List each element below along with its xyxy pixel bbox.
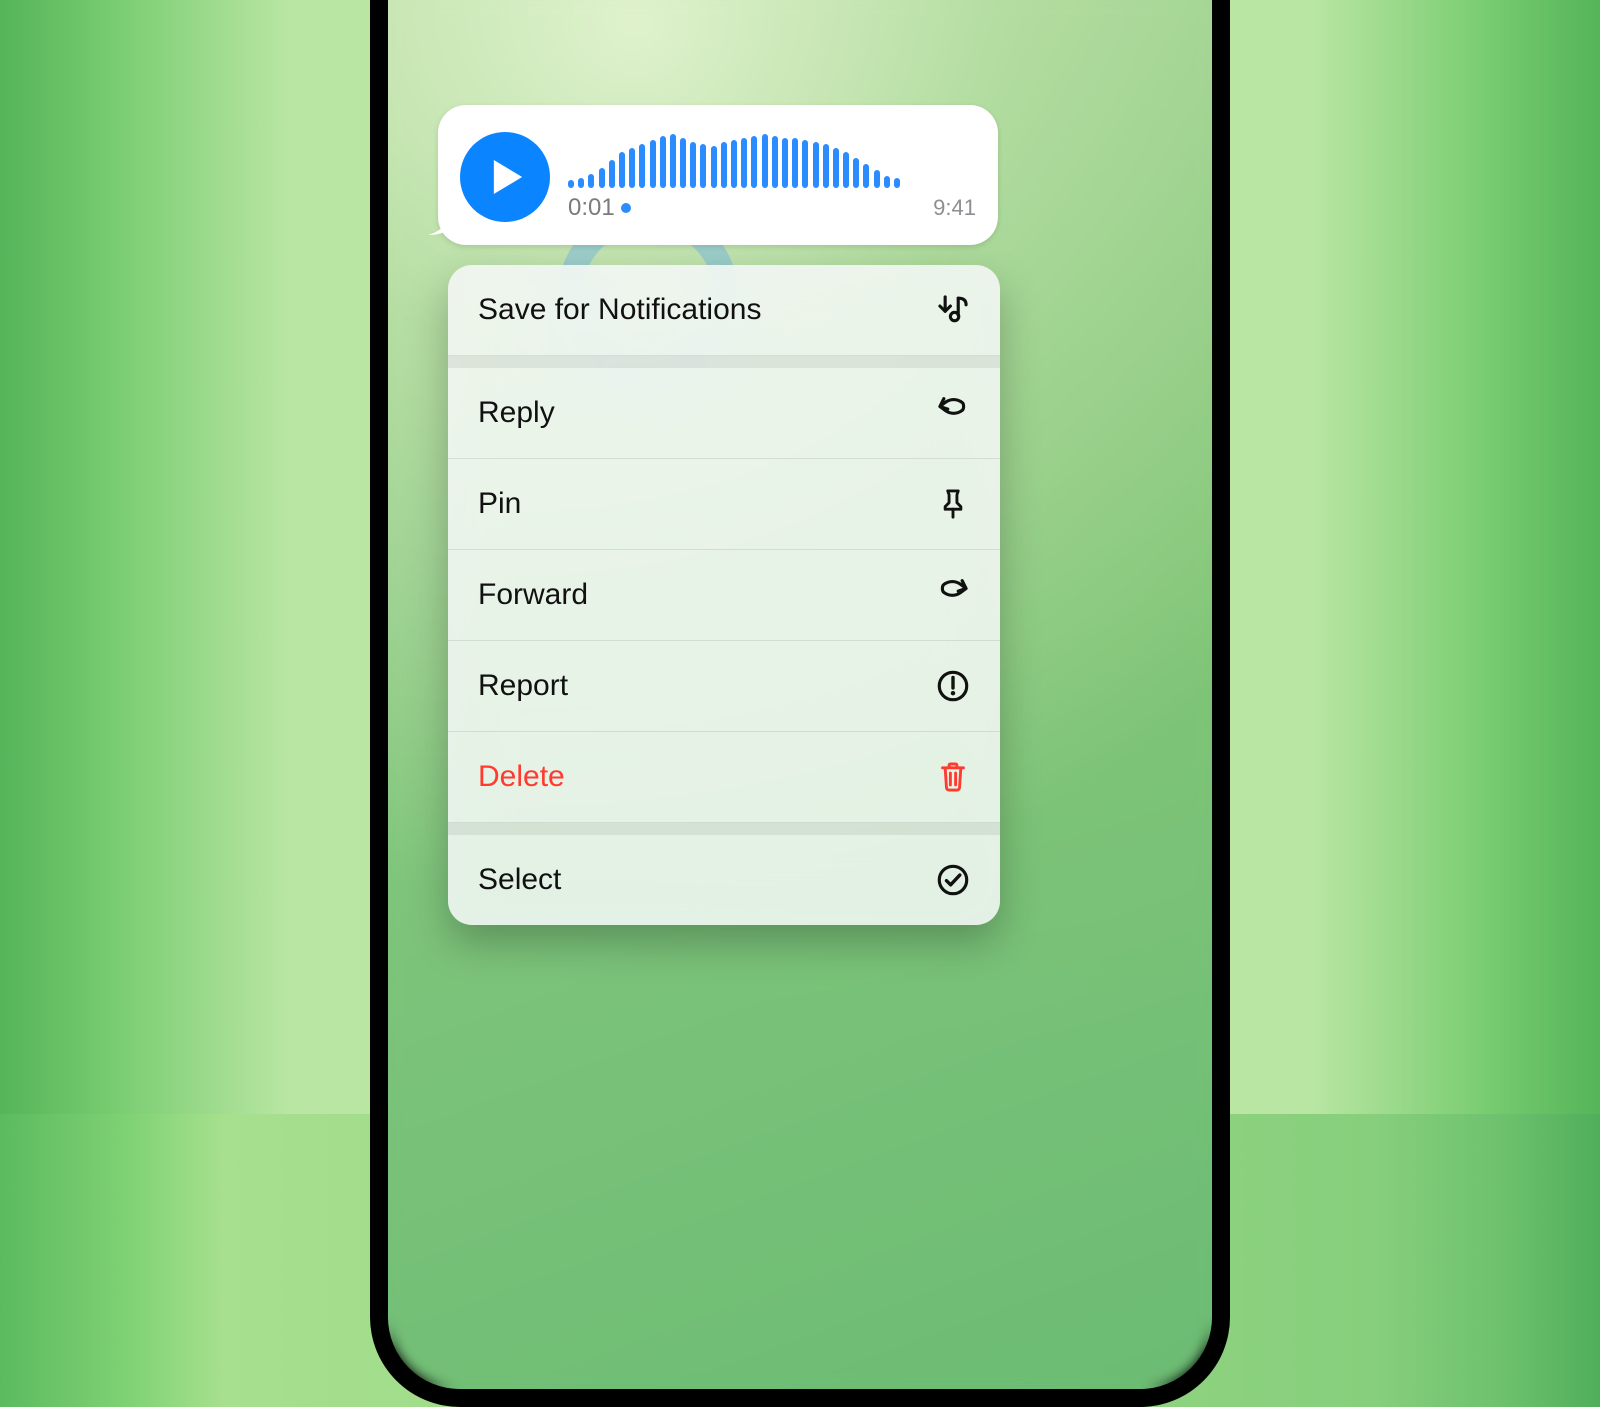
waveform-bar: [629, 148, 635, 188]
menu-item-label: Delete: [478, 760, 565, 794]
waveform-bar: [762, 134, 768, 188]
waveform-bar: [863, 164, 869, 188]
bubble-tail: [428, 209, 454, 235]
message-timestamp: 9:41: [933, 195, 976, 221]
select-icon: [936, 863, 970, 897]
menu-item-forward[interactable]: Forward: [448, 550, 1000, 641]
menu-item-label: Report: [478, 669, 568, 703]
waveform-bar: [711, 146, 717, 188]
waveform-bar: [568, 180, 574, 188]
waveform-bar: [660, 136, 666, 188]
menu-item-label: Reply: [478, 396, 555, 430]
waveform-bar: [874, 170, 880, 188]
waveform-bar: [884, 176, 890, 188]
waveform-bar: [731, 140, 737, 188]
menu-item-select[interactable]: Select: [448, 835, 1000, 925]
app-stage: 0:01 9:41 Save for Notifications Reply Pin…: [0, 0, 1600, 1114]
unplayed-dot-icon: [621, 203, 631, 213]
play-icon: [491, 157, 525, 197]
waveform-bar: [639, 144, 645, 188]
waveform-bar: [680, 138, 686, 188]
forward-icon: [936, 578, 970, 612]
waveform-bar: [833, 148, 839, 188]
save-tone-icon: [936, 293, 970, 327]
context-menu: Save for Notifications Reply Pin Forward Rep…: [448, 265, 1000, 925]
waveform-bar: [792, 138, 798, 188]
reply-icon: [936, 396, 970, 430]
waveform-bar: [894, 178, 900, 188]
menu-item-label: Pin: [478, 487, 521, 521]
play-button[interactable]: [460, 132, 550, 222]
menu-item-label: Select: [478, 863, 561, 897]
menu-item-reply[interactable]: Reply: [448, 368, 1000, 459]
waveform-bar: [578, 178, 584, 188]
waveform-bar: [843, 152, 849, 188]
waveform[interactable]: [568, 132, 976, 188]
waveform-bar: [670, 134, 676, 188]
menu-separator: [448, 356, 1000, 368]
waveform-bar: [599, 168, 605, 188]
pin-icon: [936, 487, 970, 521]
waveform-bar: [650, 140, 656, 188]
waveform-bar: [700, 144, 706, 188]
menu-item-label: Save for Notifications: [478, 293, 761, 327]
menu-separator: [448, 823, 1000, 835]
waveform-bar: [741, 138, 747, 188]
report-icon: [936, 669, 970, 703]
waveform-bar: [853, 158, 859, 188]
voice-duration: 0:01: [568, 194, 615, 222]
trash-icon: [936, 760, 970, 794]
waveform-bar: [588, 174, 594, 188]
voice-message-body: 0:01 9:41: [568, 123, 976, 231]
menu-item-label: Forward: [478, 578, 588, 612]
waveform-bar: [609, 160, 615, 188]
voice-message-bubble[interactable]: 0:01 9:41: [438, 105, 998, 245]
waveform-bar: [802, 140, 808, 188]
waveform-bar: [823, 144, 829, 188]
waveform-bar: [619, 152, 625, 188]
phone-frame: 0:01 9:41 Save for Notifications Reply Pin…: [370, 0, 1230, 1407]
waveform-bar: [690, 142, 696, 188]
waveform-bar: [772, 136, 778, 188]
waveform-bar: [751, 136, 757, 188]
menu-item-save-notifications[interactable]: Save for Notifications: [448, 265, 1000, 356]
menu-item-pin[interactable]: Pin: [448, 459, 1000, 550]
waveform-bar: [782, 138, 788, 188]
voice-message-meta: 0:01 9:41: [568, 194, 976, 222]
menu-item-report[interactable]: Report: [448, 641, 1000, 732]
waveform-bar: [721, 142, 727, 188]
phone-screen: 0:01 9:41 Save for Notifications Reply Pin…: [388, 0, 1212, 1389]
menu-item-delete[interactable]: Delete: [448, 732, 1000, 823]
waveform-bar: [813, 142, 819, 188]
